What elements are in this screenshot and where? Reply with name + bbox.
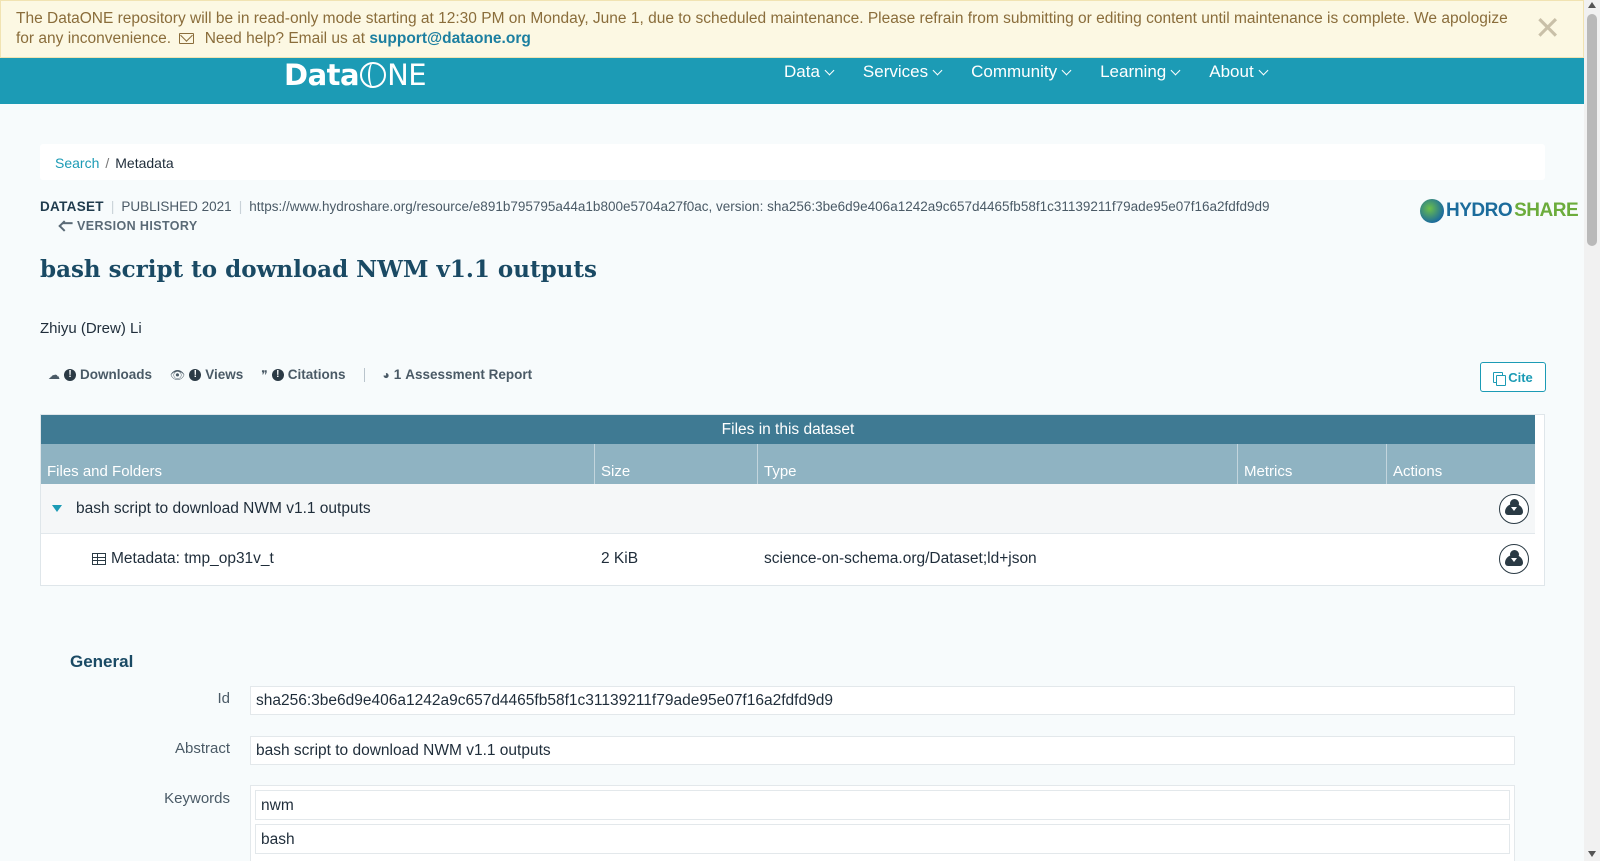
chevron-down-icon: [1258, 65, 1269, 75]
meta-separator: |: [238, 199, 243, 214]
breadcrumb: Search / Metadata: [40, 144, 1545, 180]
download-folder-button[interactable]: [1499, 493, 1529, 524]
assessment-count: 1: [393, 367, 402, 382]
exclamation-icon: !: [64, 368, 76, 381]
file-size: 2 KiB: [601, 550, 639, 567]
dashboard-icon: ◕: [382, 367, 390, 382]
file-row[interactable]: Metadata: tmp_op31v_t 2 KiB science-on-s…: [41, 534, 1535, 584]
abstract-value: bash script to download NWM v1.1 outputs: [250, 736, 1515, 765]
dataset-identifier: https://www.hydroshare.org/resource/e891…: [249, 199, 1270, 214]
hydroshare-globe-icon: [1420, 199, 1444, 223]
file-type: science-on-schema.org/Dataset;ld+json: [764, 550, 1037, 567]
breadcrumb-search[interactable]: Search: [55, 155, 99, 171]
version-history-link[interactable]: VERSION HISTORY: [58, 219, 198, 233]
page-title: bash script to download NWM v1.1 outputs: [40, 256, 597, 283]
column-type[interactable]: Type: [758, 444, 1238, 484]
cite-label: Cite: [1508, 369, 1533, 385]
hydroshare-logo[interactable]: HYDRO SHARE: [1420, 199, 1579, 223]
main-nav: Data Services Community Learning About: [784, 62, 1269, 82]
files-table-heading: Files in this dataset: [41, 415, 1535, 444]
hydroshare-logo-a: HYDRO: [1446, 200, 1513, 221]
views-label: Views: [205, 367, 244, 382]
file-name[interactable]: Metadata: tmp_op31v_t: [111, 550, 274, 568]
banner-help: Need help? Email us at: [204, 30, 365, 47]
assessment-report-link[interactable]: ◕ 1 Assessment Report: [383, 367, 533, 382]
exclamation-icon: !: [189, 368, 202, 381]
metrics-divider: [363, 367, 365, 382]
cloud-download-icon: ☁: [48, 367, 60, 382]
keyword-item: bash: [255, 824, 1510, 854]
id-label: Id: [217, 690, 230, 707]
logo-text-right: NE: [387, 58, 427, 92]
scroll-thumb[interactable]: [1587, 14, 1597, 246]
column-metrics[interactable]: Metrics: [1238, 444, 1387, 484]
views-metric[interactable]: 👁 ! Views: [170, 367, 243, 382]
nav-community[interactable]: Community: [971, 62, 1072, 82]
cloud-download-icon: [1505, 499, 1523, 515]
author-name: Zhiyu (Drew) Li: [40, 320, 142, 337]
version-history-label: VERSION HISTORY: [77, 219, 198, 233]
column-files-and-folders[interactable]: Files and Folders: [41, 444, 595, 484]
nav-data[interactable]: Data: [784, 62, 835, 82]
breadcrumb-current: Metadata: [115, 155, 174, 171]
folder-row[interactable]: bash script to download NWM v1.1 outputs: [41, 484, 1535, 534]
nav-services[interactable]: Services: [863, 62, 943, 82]
download-file-button[interactable]: [1499, 544, 1529, 574]
metrics-row: ☁ ! Downloads 👁 ! Views ❞ ! Citations ◕ …: [48, 367, 550, 382]
dataset-meta: DATASET | PUBLISHED 2021 | https://www.hydro…: [40, 199, 1270, 214]
chevron-down-icon: [1061, 65, 1072, 75]
downloads-metric[interactable]: ☁ ! Downloads: [48, 367, 152, 382]
copy-icon: [1493, 371, 1507, 386]
cite-button[interactable]: Cite: [1480, 362, 1546, 392]
page-scrollbar[interactable]: [1584, 0, 1600, 861]
keyword-item: nwm: [255, 790, 1510, 820]
keywords-list: nwm bash: [250, 785, 1515, 861]
logo-text-left: Data: [284, 58, 360, 92]
scroll-up-icon[interactable]: [1588, 2, 1596, 8]
meta-separator: |: [110, 199, 115, 214]
published-year: PUBLISHED 2021: [121, 199, 232, 214]
globe-icon: [360, 62, 387, 88]
nav-about[interactable]: About: [1209, 62, 1269, 82]
exclamation-icon: !: [271, 368, 284, 381]
table-icon: [92, 553, 106, 565]
eye-icon: 👁: [170, 367, 186, 382]
breadcrumb-separator: /: [105, 155, 110, 171]
hydroshare-logo-b: SHARE: [1514, 200, 1579, 221]
dataone-logo[interactable]: Data NE: [284, 58, 427, 92]
arrow-left-icon: [58, 220, 70, 232]
column-actions[interactable]: Actions: [1387, 444, 1535, 484]
close-icon[interactable]: ✕: [1534, 12, 1561, 44]
caret-down-icon[interactable]: [52, 505, 62, 512]
column-size[interactable]: Size: [595, 444, 758, 484]
envelope-icon: [179, 33, 195, 45]
file-name-cell: Metadata: tmp_op31v_t: [41, 550, 595, 568]
chevron-down-icon: [1170, 65, 1181, 75]
quote-icon: ❞: [261, 367, 268, 382]
nav-learning[interactable]: Learning: [1100, 62, 1181, 82]
id-value: sha256:3be6d9e406a1242a9c657d4465fb58f1c…: [250, 686, 1515, 715]
scroll-down-icon[interactable]: [1588, 851, 1596, 857]
folder-name: bash script to download NWM v1.1 outputs: [76, 499, 371, 517]
downloads-label: Downloads: [80, 367, 153, 382]
chevron-down-icon: [824, 65, 835, 75]
keywords-label: Keywords: [164, 790, 230, 807]
assessment-label: Assessment Report: [405, 367, 533, 382]
maintenance-banner: The DataONE repository will be in read-o…: [0, 0, 1584, 58]
chevron-down-icon: [932, 65, 943, 75]
citations-metric[interactable]: ❞ ! Citations: [261, 367, 345, 382]
abstract-label: Abstract: [174, 740, 230, 757]
general-section-title: General: [70, 652, 134, 671]
support-email-link[interactable]: support@dataone.org: [369, 30, 531, 47]
dataset-type: DATASET: [40, 199, 104, 214]
files-table: Files in this dataset Files and Folders …: [40, 414, 1545, 586]
citations-label: Citations: [287, 367, 346, 382]
cloud-download-icon: [1505, 549, 1523, 566]
files-table-columns: Files and Folders Size Type Metrics Acti…: [41, 444, 1535, 484]
